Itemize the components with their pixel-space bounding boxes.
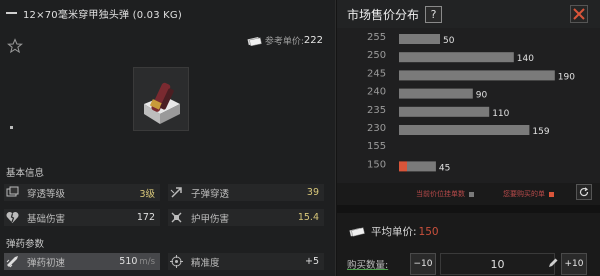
market-panel: 市场售价分布 ? 255 50 250 140 245 190 240 90 235 110 230… bbox=[337, 0, 600, 276]
edit-pencil-icon bbox=[549, 258, 558, 267]
stat-label: 护甲伤害 bbox=[191, 213, 230, 225]
legend-current-label: 当前价位挂单数 bbox=[416, 190, 465, 198]
reference-price-value: 222 bbox=[303, 35, 323, 46]
chart-bar bbox=[399, 34, 440, 44]
average-price-value: 150 bbox=[418, 225, 439, 238]
favorite-star-icon[interactable] bbox=[7, 38, 23, 54]
bar-value-label: 140 bbox=[517, 54, 534, 64]
tick-label: 150 bbox=[367, 159, 386, 170]
item-title-bar: 12×70毫米穿甲独头弹 (0.03 KG) bbox=[0, 0, 336, 26]
bar-value-label: 190 bbox=[558, 72, 575, 82]
close-button[interactable] bbox=[570, 5, 588, 23]
stat-label: 子弹穿透 bbox=[191, 188, 230, 200]
chart-bar bbox=[399, 70, 555, 81]
stat-value: 15.4 bbox=[297, 212, 319, 223]
tick-label: 240 bbox=[367, 87, 386, 98]
stat-bullet-penetration: 子弹穿透 39 bbox=[168, 184, 324, 201]
crosshair-icon bbox=[168, 253, 185, 270]
legend-current-orders: 当前价位挂单数 bbox=[416, 189, 474, 199]
item-image bbox=[133, 67, 189, 131]
stat-value: 510 m/s bbox=[119, 256, 155, 267]
reference-price: 参考单价: 222 bbox=[247, 34, 323, 47]
stat-label: 穿透等级 bbox=[27, 188, 66, 200]
legend-gray-swatch bbox=[469, 191, 474, 197]
item-title: 12×70毫米穿甲独头弹 (0.03 KG) bbox=[23, 9, 182, 21]
market-title: 市场售价分布 bbox=[347, 7, 420, 22]
broken-heart-icon bbox=[4, 209, 21, 226]
cash-icon bbox=[349, 227, 365, 237]
bullet-penetration-icon bbox=[168, 184, 185, 201]
tick-label: 245 bbox=[367, 68, 386, 79]
chart-bar bbox=[399, 88, 473, 99]
market-header: 市场售价分布 ? bbox=[337, 0, 600, 28]
stat-value: 39 bbox=[306, 187, 319, 198]
tick-label: 155 bbox=[367, 141, 386, 152]
chart-bar bbox=[399, 106, 490, 117]
chart-bar bbox=[407, 161, 436, 172]
quantity-plus-ten-button[interactable]: +10 bbox=[561, 253, 587, 275]
chart-bar bbox=[399, 125, 530, 135]
stat-value: 172 bbox=[136, 212, 155, 223]
chart-bar-highlight bbox=[399, 161, 407, 172]
stat-base-damage: 基础伤害 172 bbox=[4, 209, 160, 226]
stat-label: 基础伤害 bbox=[27, 213, 66, 225]
stat-label: 弹药初速 bbox=[27, 257, 66, 269]
average-price: 平均单价: 150 bbox=[349, 224, 439, 239]
bar-value-label: 90 bbox=[476, 91, 488, 101]
bar-value-label: 110 bbox=[492, 109, 509, 119]
basic-info-heading: 基本信息 bbox=[6, 168, 45, 179]
close-icon bbox=[573, 8, 585, 20]
cash-icon bbox=[247, 36, 262, 46]
stat-value: +5 bbox=[304, 256, 319, 267]
legend-red-swatch bbox=[549, 191, 554, 197]
help-button[interactable]: ? bbox=[425, 5, 443, 23]
tick-label: 230 bbox=[367, 123, 386, 134]
quantity-label: 购买数量: bbox=[347, 260, 389, 271]
stat-penetration-level: 穿透等级 3级 bbox=[4, 184, 160, 201]
bar-value-label: 45 bbox=[439, 163, 450, 173]
stat-value: 3级 bbox=[139, 188, 155, 200]
armor-damage-icon bbox=[168, 209, 185, 226]
stat-accuracy: 精准度 +5 bbox=[168, 253, 324, 270]
velocity-icon bbox=[4, 253, 21, 270]
ballistics-heading: 弹药参数 bbox=[6, 239, 45, 250]
tick-label: 255 bbox=[367, 32, 386, 43]
average-price-label: 平均单价: bbox=[371, 226, 417, 238]
stat-muzzle-velocity: 弹药初速 510 m/s bbox=[4, 253, 160, 270]
bullet-dot bbox=[10, 126, 13, 129]
legend-mine-label: 您要购买的单 bbox=[503, 190, 545, 198]
bar-value-label: 50 bbox=[443, 36, 455, 46]
chart-bar bbox=[399, 52, 514, 63]
minimize-dash-icon[interactable] bbox=[6, 12, 17, 14]
section-divider bbox=[337, 205, 600, 213]
reference-price-label: 参考单价: bbox=[264, 37, 304, 47]
item-detail-panel: 12×70毫米穿甲独头弹 (0.03 KG) 参考单价: 222 基本信息 穿透… bbox=[0, 0, 336, 276]
stat-armor-damage: 护甲伤害 15.4 bbox=[168, 209, 324, 226]
bar-value-label: 159 bbox=[532, 127, 549, 137]
refresh-icon bbox=[579, 187, 589, 197]
quantity-input[interactable]: 10 bbox=[440, 253, 555, 275]
quantity-minus-ten-button[interactable]: −10 bbox=[410, 253, 436, 275]
legend-my-order: 您要购买的单 bbox=[503, 189, 554, 199]
refresh-button[interactable] bbox=[576, 184, 592, 200]
tick-label: 235 bbox=[367, 105, 386, 116]
shotgun-shell-box-icon bbox=[144, 82, 180, 124]
price-distribution-chart: 255 50 250 140 245 190 240 90 235 110 230 159 155 150… bbox=[337, 28, 600, 183]
penetration-level-icon bbox=[4, 184, 21, 201]
stat-label: 精准度 bbox=[191, 257, 220, 269]
tick-label: 250 bbox=[367, 50, 386, 61]
